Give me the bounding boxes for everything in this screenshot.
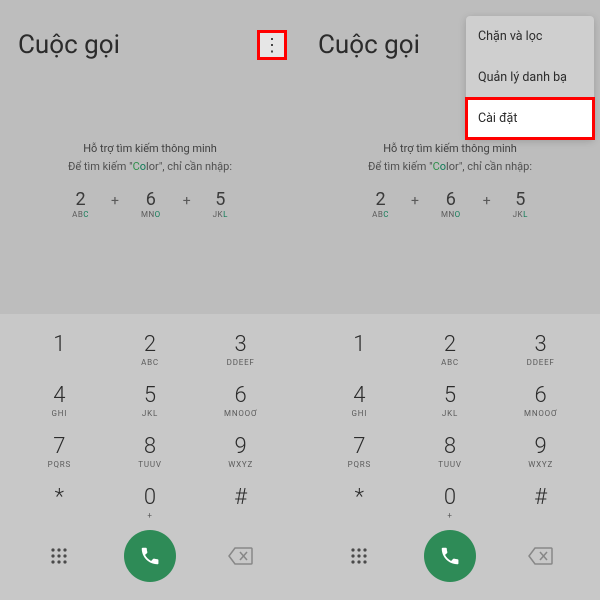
page-title: Cuộc gọi xyxy=(18,30,120,60)
phone-icon xyxy=(139,545,161,567)
menu-item-block-filter[interactable]: Chặn và lọc xyxy=(466,16,594,57)
plus-icon: + xyxy=(411,189,419,209)
key-2[interactable]: 2ABC xyxy=(405,332,496,367)
key-9[interactable]: 9WXYZ xyxy=(495,434,586,469)
key-6[interactable]: 6MNOOƠ xyxy=(495,383,586,418)
pane-right: Cuộc gọi ⋮ Chặn và lọc Quản lý danh bạ C… xyxy=(300,0,600,600)
key-3[interactable]: 3DDEEF xyxy=(495,332,586,367)
key-0[interactable]: 0+ xyxy=(405,485,496,520)
key-0[interactable]: 0+ xyxy=(105,485,196,520)
key-7[interactable]: 7PQRS xyxy=(14,434,105,469)
dialpad-grid-icon xyxy=(50,547,68,565)
dial-keypad: 1 2ABC 3DDEEF 4GHI 5JKL 6MNOOƠ 7PQRS 8TU… xyxy=(0,324,300,526)
hint-line2: Để tìm kiếm "Color", chỉ cần nhập: xyxy=(0,158,300,176)
backspace-icon xyxy=(528,547,554,565)
hint-line1: Hỗ trợ tìm kiếm thông minh xyxy=(300,140,600,158)
smart-search-hint: Hỗ trợ tìm kiếm thông minh Để tìm kiếm "… xyxy=(0,140,300,175)
backspace-icon xyxy=(228,547,254,565)
example-key: 2 ABC xyxy=(72,189,89,219)
example-keys: 2 ABC + 6 MNO + 5 JKL xyxy=(0,189,300,219)
example-key: 5 JKL xyxy=(513,189,528,219)
key-8[interactable]: 8TUUV xyxy=(105,434,196,469)
plus-icon: + xyxy=(483,189,491,209)
example-key: 6 MNO xyxy=(441,189,461,219)
backspace-button[interactable] xyxy=(526,545,556,567)
key-1[interactable]: 1 xyxy=(314,332,405,367)
dialpad-toggle-button[interactable] xyxy=(46,543,72,569)
hint-line1: Hỗ trợ tìm kiếm thông minh xyxy=(0,140,300,158)
call-button[interactable] xyxy=(124,530,176,582)
key-7[interactable]: 7PQRS xyxy=(314,434,405,469)
dialpad-toggle-button[interactable] xyxy=(346,543,372,569)
call-button[interactable] xyxy=(424,530,476,582)
key-6[interactable]: 6MNOOƠ xyxy=(195,383,286,418)
plus-icon: + xyxy=(183,189,191,209)
key-8[interactable]: 8TUUV xyxy=(405,434,496,469)
backspace-button[interactable] xyxy=(226,545,256,567)
key-4[interactable]: 4GHI xyxy=(314,383,405,418)
dialpad-grid-icon xyxy=(350,547,368,565)
smart-search-hint: Hỗ trợ tìm kiếm thông minh Để tìm kiếm "… xyxy=(300,140,600,175)
options-menu: Chặn và lọc Quản lý danh bạ Cài đặt xyxy=(466,16,594,139)
keypad-panel: 1 2ABC 3DDEEF 4GHI 5JKL 6MNOOƠ 7PQRS 8TU… xyxy=(300,314,600,600)
hint-line2: Để tìm kiếm "Color", chỉ cần nhập: xyxy=(300,158,600,176)
keypad-panel: 1 2ABC 3DDEEF 4GHI 5JKL 6MNOOƠ 7PQRS 8TU… xyxy=(0,314,300,600)
key-1[interactable]: 1 xyxy=(14,332,105,367)
key-2[interactable]: 2ABC xyxy=(105,332,196,367)
key-4[interactable]: 4GHI xyxy=(14,383,105,418)
example-key: 2 ABC xyxy=(372,189,389,219)
key-5[interactable]: 5JKL xyxy=(105,383,196,418)
more-options-button-highlighted[interactable]: ⋮ xyxy=(258,31,286,59)
key-5[interactable]: 5JKL xyxy=(405,383,496,418)
key-star[interactable]: * xyxy=(14,485,105,520)
example-key: 5 JKL xyxy=(213,189,228,219)
key-hash[interactable]: # xyxy=(195,485,286,520)
more-vertical-icon: ⋮ xyxy=(263,35,281,56)
menu-item-manage-contacts[interactable]: Quản lý danh bạ xyxy=(466,57,594,98)
phone-icon xyxy=(439,545,461,567)
key-3[interactable]: 3DDEEF xyxy=(195,332,286,367)
keypad-bottom-row xyxy=(300,526,600,600)
page-title: Cuộc gọi xyxy=(318,30,420,60)
pane-left: Cuộc gọi ⋮ Hỗ trợ tìm kiếm thông minh Để… xyxy=(0,0,300,600)
header: Cuộc gọi ⋮ xyxy=(0,0,300,80)
menu-item-settings-highlighted[interactable]: Cài đặt xyxy=(466,98,594,139)
example-key: 6 MNO xyxy=(141,189,161,219)
key-9[interactable]: 9WXYZ xyxy=(195,434,286,469)
dial-keypad: 1 2ABC 3DDEEF 4GHI 5JKL 6MNOOƠ 7PQRS 8TU… xyxy=(300,324,600,526)
plus-icon: + xyxy=(111,189,119,209)
key-hash[interactable]: # xyxy=(495,485,586,520)
example-keys: 2 ABC + 6 MNO + 5 JKL xyxy=(300,189,600,219)
keypad-bottom-row xyxy=(0,526,300,600)
key-star[interactable]: * xyxy=(314,485,405,520)
